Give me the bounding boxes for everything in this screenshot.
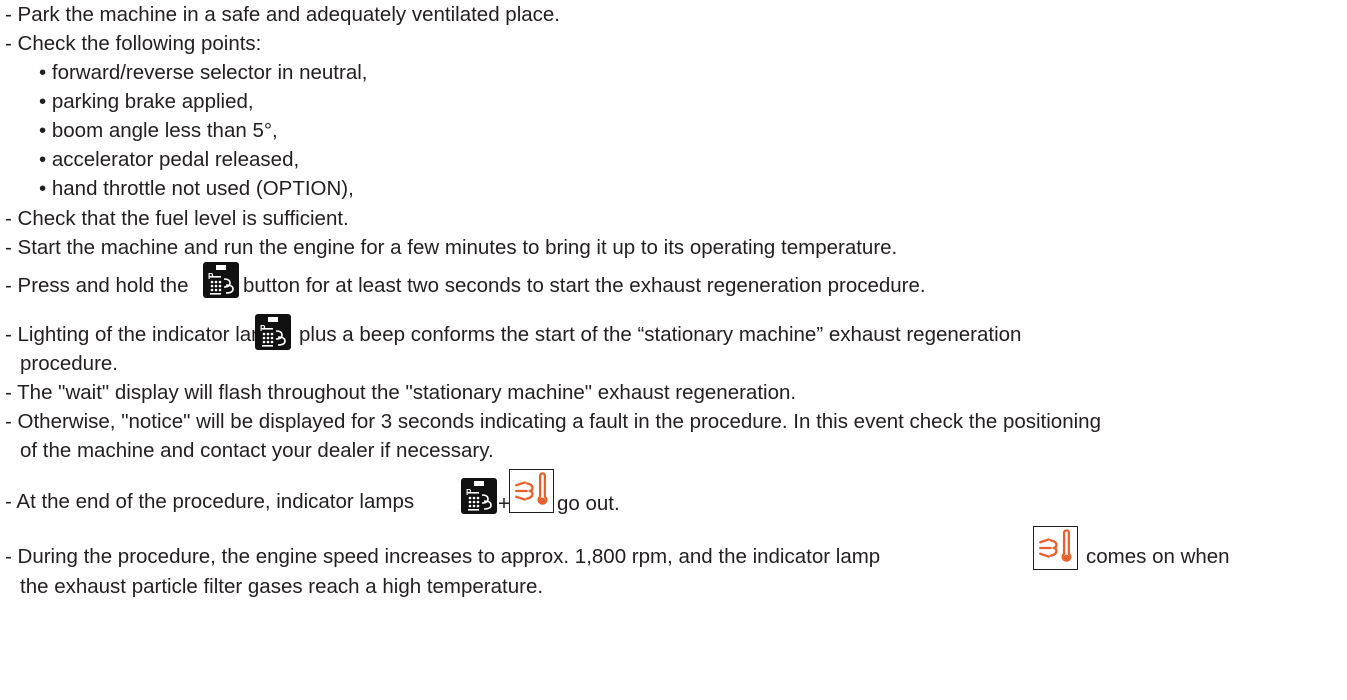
exhaust-high-temperature-icon	[1033, 526, 1078, 570]
instruction-fuel: - Check that the fuel level is sufficien…	[5, 207, 349, 230]
check-item-brake: • parking brake applied,	[39, 90, 254, 113]
end-text-start: - At the end of the procedure, indicator…	[5, 490, 415, 513]
during-text-end: comes on when	[1086, 545, 1230, 568]
instruction-park: - Park the machine in a safe and adequat…	[5, 3, 560, 26]
during-text-start: - During the procedure, the engine speed…	[5, 545, 881, 568]
check-item-boom: • boom angle less than 5°,	[39, 119, 278, 142]
instruction-notice-line-1: - Otherwise, "notice" will be displayed …	[5, 410, 1101, 433]
instruction-wait-display: - The "wait" display will flash througho…	[5, 381, 797, 404]
instruction-notice-line-2: of the machine and contact your dealer i…	[20, 439, 494, 462]
instruction-start: - Start the machine and run the engine f…	[5, 236, 898, 259]
press-hold-text-end: button for at least two seconds to start…	[243, 274, 926, 297]
exhaust-regeneration-icon	[203, 262, 239, 298]
exhaust-regeneration-icon	[255, 314, 291, 350]
press-hold-text-start: - Press and hold the	[5, 274, 189, 297]
end-text-end: go out.	[557, 492, 620, 515]
document-page: { "lines": [ "- Park the machine in a sa…	[0, 0, 1347, 700]
lighting-text-continued: procedure.	[20, 352, 119, 375]
exhaust-regeneration-icon	[461, 478, 497, 514]
check-item-accelerator: • accelerator pedal released,	[39, 148, 300, 171]
during-text-line-2: the exhaust particle filter gases reach …	[20, 575, 544, 598]
instruction-check-points: - Check the following points:	[5, 32, 262, 55]
exhaust-high-temperature-icon	[509, 469, 554, 513]
check-item-throttle: • hand throttle not used (OPTION),	[39, 177, 354, 200]
check-item-selector: • forward/reverse selector in neutral,	[39, 61, 368, 84]
lighting-text-end: plus a beep conforms the start of the “s…	[299, 323, 1022, 346]
lighting-text-start: - Lighting of the indicator lamp	[5, 323, 280, 346]
